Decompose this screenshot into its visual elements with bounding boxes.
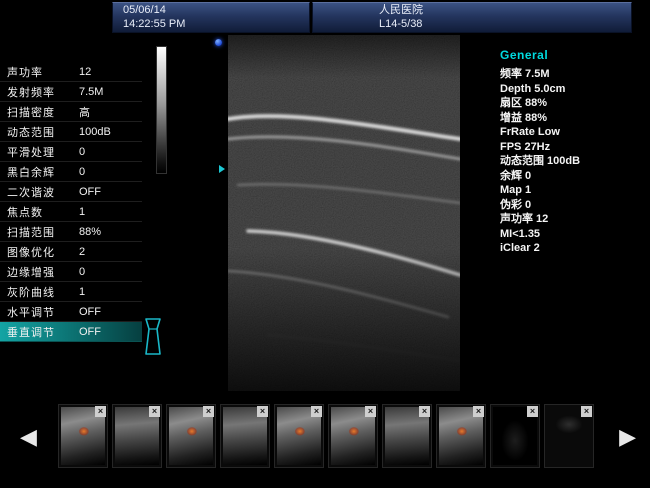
info-panel-list: 频率 7.5MDepth 5.0cm扇区 88%增益 88%FrRate Low… (500, 67, 645, 256)
param-row-10[interactable]: 边缘增强0 (0, 262, 142, 282)
param-label: 灰阶曲线 (0, 284, 79, 300)
ultrasound-image[interactable] (228, 35, 460, 391)
info-panel-title: General (500, 48, 645, 62)
thumbnail-close-button[interactable]: × (473, 406, 484, 417)
thumbnail-row: × × × × × × × × × × (58, 404, 594, 468)
thumbnails-next-button[interactable]: ▶ (619, 422, 636, 452)
param-row-2[interactable]: 扫描密度高 (0, 102, 142, 122)
grayscale-bar (156, 46, 167, 174)
ultrasound-app: 05/06/14 14:22:55 PM 人民医院 L14-5/38 声功率12… (0, 0, 650, 488)
thumbnail-8[interactable]: × (436, 404, 486, 468)
param-value: 12 (79, 66, 142, 78)
body-mark-icon[interactable] (138, 316, 168, 358)
info-item-9: 伪彩 0 (500, 198, 645, 213)
thumbnail-2[interactable]: × (112, 404, 162, 468)
param-row-5[interactable]: 黑白余辉0 (0, 162, 142, 182)
thumbnail-1[interactable]: × (58, 404, 108, 468)
param-label: 水平调节 (0, 304, 79, 320)
thumbnails-prev-button[interactable]: ◀ (20, 422, 37, 452)
param-value: 2 (79, 246, 142, 258)
param-row-4[interactable]: 平滑处理0 (0, 142, 142, 162)
param-value: 1 (79, 206, 142, 218)
param-row-13[interactable]: 垂直调节OFF (0, 322, 142, 342)
info-item-7: 余辉 0 (500, 169, 645, 184)
datetime-panel: 05/06/14 14:22:55 PM (112, 2, 310, 33)
param-row-11[interactable]: 灰阶曲线1 (0, 282, 142, 302)
probe-model: L14-5/38 (313, 17, 631, 31)
focus-marker-icon (219, 165, 225, 173)
param-row-0[interactable]: 声功率12 (0, 62, 142, 82)
info-item-10: 声功率 12 (500, 212, 645, 227)
info-item-1: Depth 5.0cm (500, 82, 645, 97)
param-value: OFF (79, 306, 142, 318)
param-row-3[interactable]: 动态范围100dB (0, 122, 142, 142)
info-item-2: 扇区 88% (500, 96, 645, 111)
info-item-8: Map 1 (500, 183, 645, 198)
thumbnail-close-button[interactable]: × (581, 406, 592, 417)
date-text: 05/06/14 (113, 3, 309, 17)
param-row-1[interactable]: 发射频率7.5M (0, 82, 142, 102)
thumbnail-close-button[interactable]: × (419, 406, 430, 417)
param-label: 二次谐波 (0, 184, 79, 200)
ultrasound-image-render (228, 35, 460, 391)
thumbnail-7[interactable]: × (382, 404, 432, 468)
info-panel: General 频率 7.5MDepth 5.0cm扇区 88%增益 88%Fr… (500, 48, 645, 256)
param-row-6[interactable]: 二次谐波OFF (0, 182, 142, 202)
info-item-0: 频率 7.5M (500, 67, 645, 82)
param-label: 黑白余辉 (0, 164, 79, 180)
param-label: 垂直调节 (0, 324, 79, 340)
probe-orientation-marker (215, 39, 222, 46)
thumbnail-6[interactable]: × (328, 404, 378, 468)
thumbnail-3[interactable]: × (166, 404, 216, 468)
parameter-list: 声功率12发射频率7.5M扫描密度高动态范围100dB平滑处理0黑白余辉0二次谐… (0, 62, 142, 342)
info-item-4: FrRate Low (500, 125, 645, 140)
param-row-9[interactable]: 图像优化2 (0, 242, 142, 262)
thumbnail-close-button[interactable]: × (311, 406, 322, 417)
info-item-12: iClear 2 (500, 241, 645, 256)
param-label: 扫描密度 (0, 104, 79, 120)
param-value: 7.5M (79, 86, 142, 98)
param-value: 0 (79, 146, 142, 158)
param-label: 声功率 (0, 64, 79, 80)
param-value: 1 (79, 286, 142, 298)
param-row-12[interactable]: 水平调节OFF (0, 302, 142, 322)
thumbnail-9[interactable]: × (490, 404, 540, 468)
thumbnail-close-button[interactable]: × (203, 406, 214, 417)
info-item-6: 动态范围 100dB (500, 154, 645, 169)
thumbnail-close-button[interactable]: × (257, 406, 268, 417)
param-row-7[interactable]: 焦点数1 (0, 202, 142, 222)
param-label: 平滑处理 (0, 144, 79, 160)
thumbnail-bar: ◀ × × × × × × × × × × ▶ (0, 400, 650, 480)
param-row-8[interactable]: 扫描范围88% (0, 222, 142, 242)
param-value: 88% (79, 226, 142, 238)
info-item-11: MI<1.35 (500, 227, 645, 242)
thumbnail-close-button[interactable]: × (365, 406, 376, 417)
info-item-3: 增益 88% (500, 111, 645, 126)
param-value: OFF (79, 326, 142, 338)
param-label: 图像优化 (0, 244, 79, 260)
param-label: 发射频率 (0, 84, 79, 100)
thumbnail-10[interactable]: × (544, 404, 594, 468)
param-label: 扫描范围 (0, 224, 79, 240)
thumbnail-close-button[interactable]: × (527, 406, 538, 417)
thumbnail-close-button[interactable]: × (149, 406, 160, 417)
param-label: 边缘增强 (0, 264, 79, 280)
thumbnail-4[interactable]: × (220, 404, 270, 468)
param-value: 0 (79, 266, 142, 278)
body-mark-drawing (138, 316, 168, 358)
param-value: 0 (79, 166, 142, 178)
info-item-5: FPS 27Hz (500, 140, 645, 155)
param-value: 高 (79, 104, 142, 120)
thumbnail-5[interactable]: × (274, 404, 324, 468)
param-label: 焦点数 (0, 204, 79, 220)
hospital-panel: 人民医院 L14-5/38 (312, 2, 632, 33)
param-value: OFF (79, 186, 142, 198)
param-value: 100dB (79, 126, 142, 138)
thumbnail-close-button[interactable]: × (95, 406, 106, 417)
time-text: 14:22:55 PM (113, 17, 309, 31)
param-label: 动态范围 (0, 124, 79, 140)
hospital-name: 人民医院 (313, 3, 631, 17)
